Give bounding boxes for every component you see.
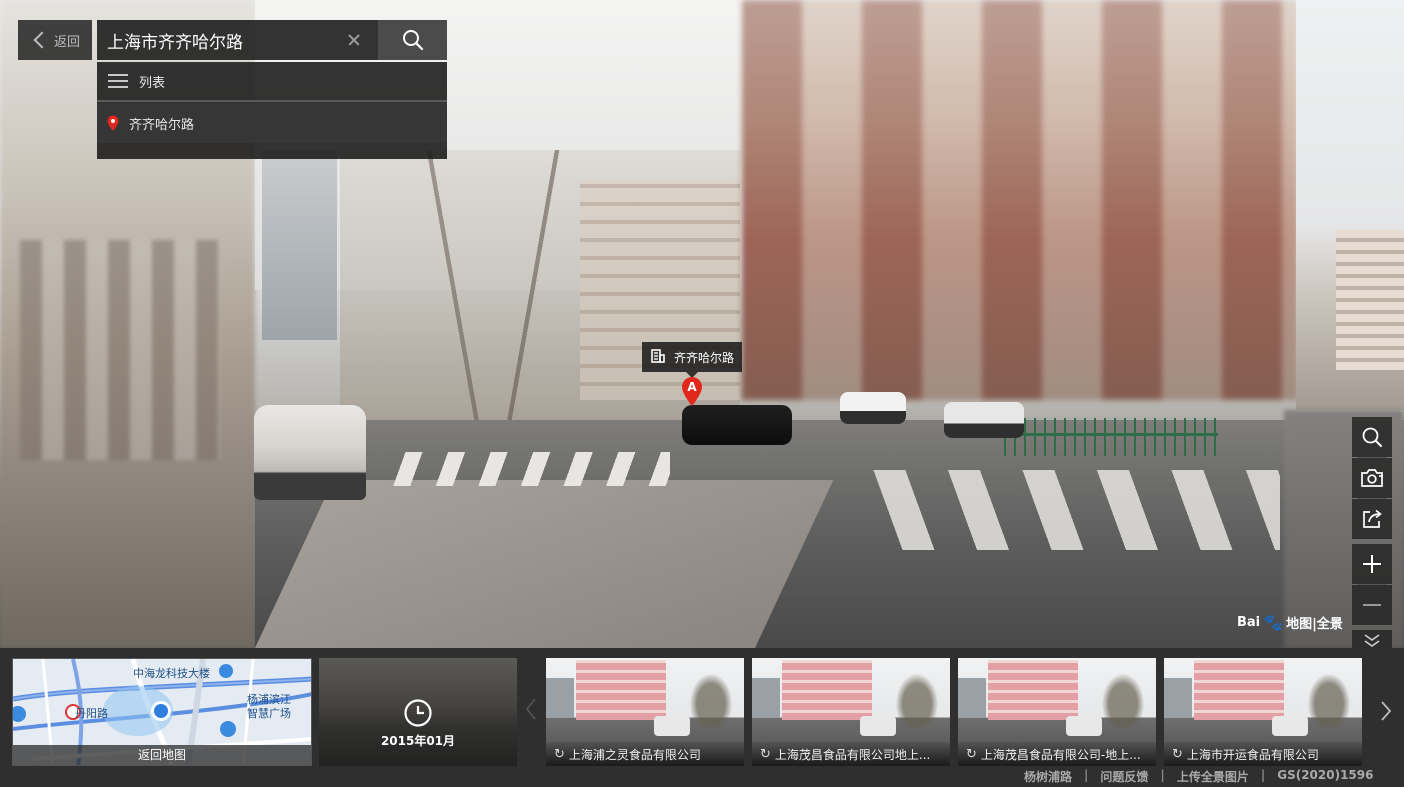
search-nearby-button[interactable] — [1352, 417, 1392, 457]
poi-label-text: 齐齐哈尔路 — [674, 350, 735, 365]
double-chevron-down-icon — [1364, 634, 1380, 647]
camera-icon — [1361, 469, 1383, 487]
map-label-road: 丹阳路 — [75, 707, 108, 720]
right-toolbar — [1352, 417, 1392, 652]
sidewalk — [255, 480, 834, 648]
nearby-pano-card[interactable]: ↻ 上海浦之灵食品有限公司 — [546, 658, 744, 766]
green-fence — [1004, 418, 1218, 456]
white-suv — [840, 392, 906, 424]
list-icon — [108, 74, 128, 88]
nearby-pano-card[interactable]: ↻ 上海茂昌食品有限公司地上... — [752, 658, 950, 766]
footer-links: 杨树浦路 | 问题反馈 | 上传全景图片 | GS(2020)1596 — [1024, 768, 1374, 785]
pano-rotate-icon: ↻ — [554, 746, 565, 762]
search-box — [97, 20, 378, 60]
white-sedan — [944, 402, 1024, 438]
footer-license: GS(2020)1596 — [1277, 768, 1374, 782]
location-pin-icon — [107, 115, 119, 131]
pano-rotate-icon: ↻ — [760, 746, 771, 762]
marker-letter: A — [687, 380, 697, 394]
nearby-pano-card[interactable]: ↻ 上海市开运食品有限公司 — [1164, 658, 1362, 766]
pano-title: 上海茂昌食品有限公司-地上... — [980, 747, 1141, 762]
distant-buildings-right — [1296, 0, 1404, 410]
paw-icon: 🐾 — [1263, 613, 1284, 632]
roadside-trees — [340, 150, 740, 420]
share-button[interactable] — [1352, 499, 1392, 539]
building-icon — [650, 348, 666, 367]
chevron-left-icon — [525, 698, 536, 720]
chevron-right-icon — [1381, 701, 1392, 721]
footer-link-road[interactable]: 杨树浦路 — [1024, 768, 1072, 785]
footer-link-upload[interactable]: 上传全景图片 — [1177, 768, 1249, 785]
time-machine-button[interactable]: 2015年01月 — [319, 658, 517, 766]
chevron-left-icon — [33, 31, 51, 49]
search-icon — [402, 30, 423, 51]
search-input[interactable] — [97, 20, 342, 60]
marker-a-pin[interactable]: A — [681, 377, 703, 407]
list-label: 列表 — [139, 75, 166, 91]
share-icon — [1363, 509, 1382, 528]
back-button[interactable]: 返回 — [18, 20, 92, 60]
time-machine-date: 2015年01月 — [380, 734, 456, 748]
nearby-pano-card[interactable]: ↻ 上海茂昌食品有限公司-地上... — [958, 658, 1156, 766]
zoom-in-icon — [1363, 555, 1381, 573]
search-results-panel: 列表 齐齐哈尔路 — [97, 62, 447, 159]
white-car — [254, 405, 366, 500]
poi-road-label[interactable]: 齐齐哈尔路 — [642, 342, 743, 378]
brand-suffix: 地图|全景 — [1286, 617, 1343, 632]
screenshot-button[interactable] — [1352, 458, 1392, 498]
pano-title: 上海茂昌食品有限公司地上... — [774, 747, 931, 762]
pano-title: 上海市开运食品有限公司 — [1186, 747, 1319, 762]
brand-text: Bai — [1237, 615, 1261, 630]
crosswalk-left — [380, 452, 670, 486]
clear-icon[interactable] — [342, 28, 366, 52]
pano-title: 上海浦之灵食品有限公司 — [568, 747, 701, 762]
high-rise-tower — [262, 150, 337, 340]
baidu-map-logo: Bai 🐾 地图|全景 — [1237, 613, 1343, 632]
result-item[interactable]: 齐齐哈尔路 — [97, 103, 447, 143]
bottom-strip: 中海龙科技大楼 丹阳路 杨浦滨江 智慧广场 返回地图 2015年01月 ↻ 上海浦… — [0, 648, 1404, 787]
map-label-plaza-2: 智慧广场 — [247, 707, 291, 720]
zoom-out-icon — [1363, 604, 1381, 606]
back-to-map-caption[interactable]: 返回地图 — [13, 745, 311, 765]
zoom-out-button[interactable] — [1352, 585, 1392, 625]
zoom-in-button[interactable] — [1352, 544, 1392, 584]
result-item-label: 齐齐哈尔路 — [129, 117, 195, 133]
pano-rotate-icon: ↻ — [966, 746, 977, 762]
map-label-building: 中海龙科技大楼 — [133, 667, 210, 680]
search-icon — [1362, 427, 1382, 447]
search-button[interactable] — [378, 20, 447, 60]
strip-prev-button[interactable] — [524, 696, 538, 722]
pano-rotate-icon: ↻ — [1172, 746, 1183, 762]
strip-next-button[interactable] — [1374, 696, 1398, 726]
mini-map[interactable]: 中海龙科技大楼 丹阳路 杨浦滨江 智慧广场 返回地图 — [12, 658, 312, 766]
black-car — [682, 405, 792, 445]
blurred-building-right — [742, 0, 1298, 400]
clock-icon — [404, 699, 432, 727]
back-label: 返回 — [53, 34, 80, 50]
list-toggle[interactable]: 列表 — [97, 62, 447, 102]
footer-link-feedback[interactable]: 问题反馈 — [1100, 768, 1148, 785]
crosswalk-right — [860, 470, 1280, 550]
